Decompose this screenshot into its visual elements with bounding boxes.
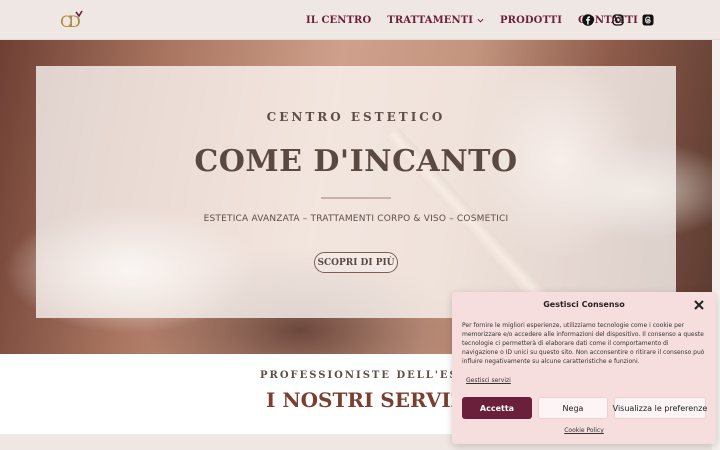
accept-button[interactable]: Accetta: [462, 397, 532, 419]
hero-eyebrow: CENTRO ESTETICO: [266, 110, 446, 124]
view-preferences-button[interactable]: Visualizza le preferenze: [613, 397, 707, 419]
hero-panel: CENTRO ESTETICO COME D'INCANTO ESTETICA …: [36, 66, 676, 318]
nav-item-prodotti[interactable]: PRODOTTI: [500, 15, 562, 26]
deny-button[interactable]: Nega: [538, 397, 608, 419]
main-nav: IL CENTRO TRATTAMENTI PRODOTTI CONTATTI: [306, 0, 654, 40]
chevron-down-icon: [477, 18, 484, 23]
cookie-title: Gestisci Consenso: [543, 300, 625, 309]
nav-item-trattamenti[interactable]: TRATTAMENTI: [387, 15, 484, 26]
facebook-icon[interactable]: [582, 14, 594, 26]
hero-subtitle: ESTETICA AVANZATA – TRATTAMENTI CORPO & …: [203, 214, 509, 224]
nav-label: PRODOTTI: [500, 14, 562, 26]
services-title: I NOSTRI SERVIZI: [266, 388, 475, 412]
threads-icon[interactable]: [642, 14, 654, 26]
logo[interactable]: C D: [59, 10, 83, 30]
cookie-policy-link[interactable]: Cookie Policy: [452, 427, 716, 434]
manage-services-link[interactable]: Gestisci servizi: [466, 377, 511, 384]
instagram-icon[interactable]: [612, 14, 624, 26]
site-header: C D IL CENTRO TRATTAMENTI PRODOTTI CONTA…: [0, 0, 720, 40]
nav-label: IL CENTRO: [306, 14, 372, 26]
close-icon[interactable]: [693, 299, 705, 311]
cookie-consent-dialog: Gestisci Consenso Per fornire le miglior…: [452, 292, 716, 444]
nav-item-il-centro[interactable]: IL CENTRO: [306, 15, 371, 26]
discover-more-button[interactable]: SCOPRI DI PIÙ: [314, 252, 398, 273]
nav-label: TRATTAMENTI: [387, 14, 474, 26]
cookie-text: Per fornire le migliori esperienze, util…: [462, 322, 705, 365]
hero-divider: [321, 197, 391, 199]
hero-title: COME D'INCANTO: [194, 144, 518, 179]
